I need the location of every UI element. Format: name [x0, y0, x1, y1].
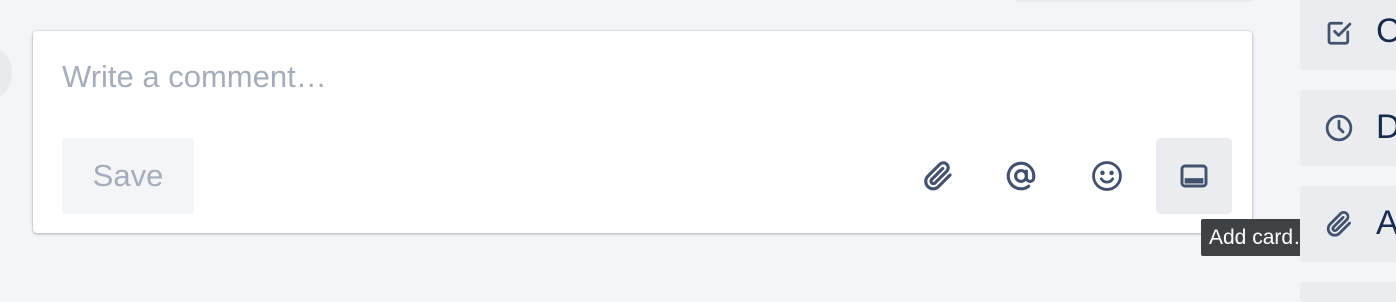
sidebar-item-dates[interactable]: D	[1300, 90, 1396, 166]
emoji-button[interactable]	[1069, 138, 1145, 214]
paperclip-icon	[924, 161, 952, 191]
sidebar-item-label: A	[1376, 204, 1396, 242]
save-button[interactable]: Save	[62, 138, 194, 214]
tooltip-text: Add card…	[1209, 225, 1315, 249]
emoji-icon	[1092, 161, 1122, 191]
card-icon	[1180, 164, 1208, 188]
comment-input[interactable]	[62, 53, 1212, 101]
sidebar-item-partial[interactable]	[1300, 282, 1396, 302]
paperclip-icon	[1326, 211, 1351, 237]
sidebar-item-checklist[interactable]: C	[1300, 0, 1396, 70]
mention-button[interactable]	[983, 138, 1059, 214]
save-button-label: Save	[92, 158, 164, 193]
sidebar-item-label: D	[1376, 108, 1396, 146]
avatar	[0, 47, 12, 99]
sidebar-item-attachment[interactable]: A	[1300, 186, 1396, 262]
sidebar-item-label: C	[1376, 12, 1396, 50]
checklist-icon	[1327, 21, 1352, 45]
comment-composer: Save	[33, 31, 1252, 233]
attach-button[interactable]	[900, 138, 976, 214]
card-above-edge	[1014, 0, 1254, 2]
add-card-button[interactable]	[1156, 138, 1232, 214]
clock-icon	[1325, 114, 1353, 142]
at-mention-icon	[1006, 161, 1036, 191]
